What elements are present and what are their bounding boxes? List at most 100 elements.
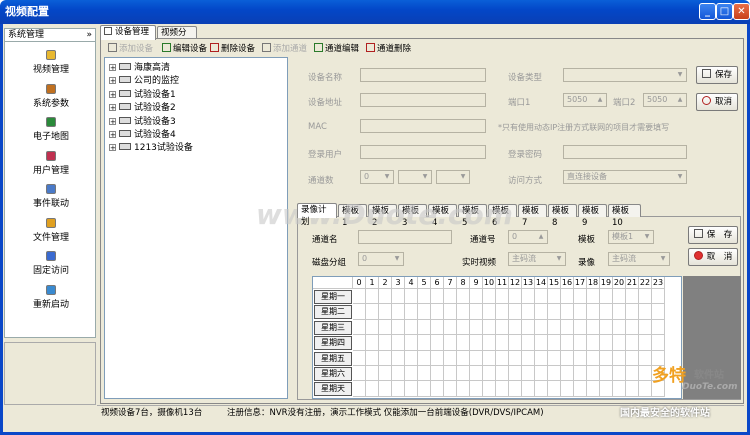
schedule-cell[interactable] (405, 319, 418, 336)
schedule-cell[interactable] (522, 335, 535, 351)
schedule-cell[interactable] (353, 319, 366, 336)
schedule-cell[interactable] (483, 304, 496, 320)
schedule-cell[interactable] (470, 350, 483, 366)
schedule-cell[interactable] (574, 335, 587, 351)
schedule-cell[interactable] (418, 289, 431, 305)
schedule-cell[interactable] (639, 335, 652, 351)
schedule-cell[interactable] (626, 366, 639, 382)
mac-input[interactable] (360, 119, 486, 133)
schedule-cell[interactable] (366, 335, 379, 351)
schedule-cell[interactable] (470, 319, 483, 336)
schedule-cell[interactable] (431, 350, 444, 366)
minimize-button[interactable]: _ (699, 3, 716, 20)
schedule-cell[interactable] (626, 304, 639, 320)
nav-item[interactable]: 视频管理 (5, 50, 97, 75)
schedule-cell[interactable] (405, 304, 418, 320)
tree-item[interactable]: + 试验设备1 (109, 89, 176, 102)
close-button[interactable]: ✕ (733, 3, 750, 20)
schedule-cell[interactable] (405, 366, 418, 382)
day-button[interactable]: 星期二 (314, 305, 352, 320)
schedule-cell[interactable] (431, 319, 444, 336)
expand-icon[interactable]: + (109, 77, 116, 85)
day-button[interactable]: 星期一 (314, 290, 352, 304)
template-select[interactable]: 模板1 ▼ (608, 230, 654, 244)
schedule-cell[interactable] (626, 381, 639, 397)
schedule-cell[interactable] (626, 350, 639, 366)
schedule-cell[interactable] (600, 381, 613, 397)
schedule-cell[interactable] (613, 381, 626, 397)
record-stream-select[interactable]: 主码流 ▼ (608, 252, 670, 266)
schedule-cell[interactable] (392, 335, 405, 351)
schedule-cell[interactable] (496, 319, 509, 336)
delete-device-button[interactable]: 删除设备 (210, 42, 255, 56)
schedule-cell[interactable] (587, 319, 600, 336)
schedule-cell[interactable] (561, 304, 574, 320)
schedule-cell[interactable] (548, 319, 561, 336)
schedule-cell[interactable] (405, 381, 418, 397)
schedule-cell[interactable] (574, 289, 587, 305)
schedule-cell[interactable] (418, 304, 431, 320)
schedule-cell[interactable] (574, 304, 587, 320)
disk-group-select[interactable]: 0 ▼ (358, 252, 404, 266)
schedule-cell[interactable] (509, 289, 522, 305)
schedule-cell[interactable] (483, 289, 496, 305)
live-stream-select[interactable]: 主码流 ▼ (508, 252, 566, 266)
schedule-cell[interactable] (431, 381, 444, 397)
plan-tab[interactable]: 模板8 (548, 204, 577, 228)
schedule-cell[interactable] (418, 319, 431, 336)
day-button[interactable]: 星期天 (314, 382, 352, 397)
schedule-cell[interactable] (548, 335, 561, 351)
schedule-cell[interactable] (470, 289, 483, 305)
edit-channel-button[interactable]: 通道编辑 (314, 42, 359, 56)
schedule-cell[interactable] (470, 335, 483, 351)
schedule-cell[interactable] (457, 335, 470, 351)
schedule-cell[interactable] (483, 366, 496, 382)
tree-item[interactable]: + 试验设备2 (109, 102, 176, 115)
nav-item[interactable]: 重新启动 (5, 284, 97, 310)
schedule-cell[interactable] (405, 335, 418, 351)
collapse-chevron-icon[interactable]: » (86, 29, 92, 41)
schedule-cell[interactable] (379, 304, 392, 320)
expand-icon[interactable]: + (109, 144, 116, 152)
schedule-cell[interactable] (548, 289, 561, 305)
schedule-cell[interactable] (639, 366, 652, 382)
expand-icon[interactable]: + (109, 131, 116, 139)
expand-icon[interactable]: + (109, 64, 116, 72)
schedule-cell[interactable] (522, 366, 535, 382)
schedule-cell[interactable] (639, 304, 652, 320)
schedule-cell[interactable] (379, 366, 392, 382)
schedule-cell[interactable] (626, 319, 639, 336)
plan-save-button[interactable]: 保 存 (688, 226, 738, 244)
schedule-cell[interactable] (639, 289, 652, 305)
delete-channel-button[interactable]: 通道删除 (366, 42, 411, 56)
access-mode-select[interactable]: 直连接设备 ▼ (563, 170, 687, 184)
schedule-cell[interactable] (639, 381, 652, 397)
tree-item[interactable]: + 海康高清 (109, 62, 170, 75)
schedule-cell[interactable] (600, 289, 613, 305)
nav-item[interactable]: 固定访问 (5, 251, 97, 276)
day-button[interactable]: 星期三 (314, 320, 352, 335)
login-user-input[interactable] (360, 145, 486, 159)
schedule-cell[interactable] (353, 381, 366, 397)
plan-cancel-button[interactable]: 取 消 (688, 248, 738, 266)
schedule-cell[interactable] (444, 319, 457, 336)
plan-tab[interactable]: 模板9 (578, 204, 607, 228)
schedule-cell[interactable] (535, 335, 548, 351)
schedule-cell[interactable] (353, 289, 366, 305)
schedule-cell[interactable] (444, 289, 457, 305)
schedule-cell[interactable] (353, 335, 366, 351)
spinner-icon[interactable]: ▲ (536, 232, 546, 242)
schedule-cell[interactable] (587, 350, 600, 366)
schedule-cell[interactable] (574, 350, 587, 366)
schedule-cell[interactable] (392, 289, 405, 305)
schedule-cell[interactable] (418, 335, 431, 351)
schedule-grid[interactable]: 0 1 2 3 4 5 6 7 8 9 10 11 12 13 14 15 16 17 18 19 20 21 22 23 星期… (312, 276, 682, 399)
schedule-cell[interactable] (444, 350, 457, 366)
add-device-button[interactable]: 添加设备 (108, 42, 153, 56)
tree-item[interactable]: + 试验设备4 (109, 129, 176, 142)
schedule-cell[interactable] (509, 381, 522, 397)
schedule-cell[interactable] (535, 304, 548, 320)
nav-item[interactable]: 用户管理 (5, 150, 97, 176)
schedule-cell[interactable] (600, 350, 613, 366)
schedule-cell[interactable] (496, 335, 509, 351)
